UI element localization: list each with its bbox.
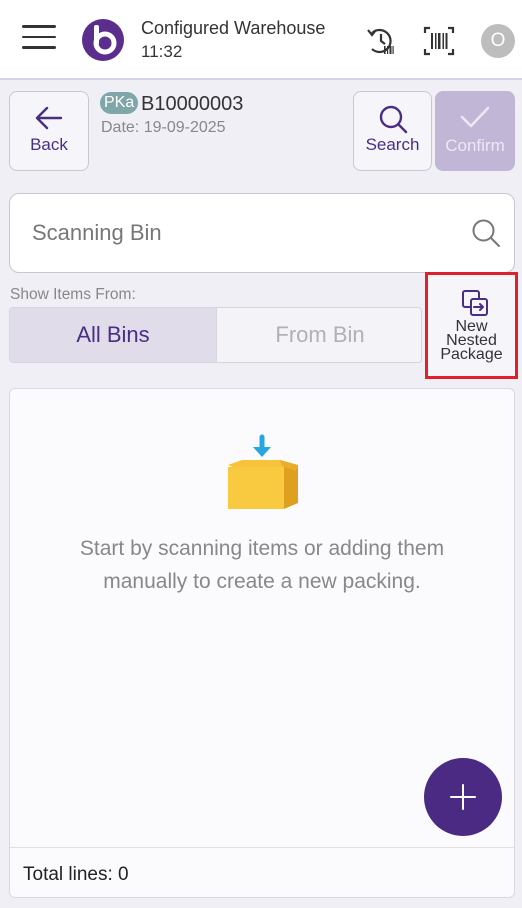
hamburger-menu-icon[interactable]	[22, 25, 56, 55]
search-icon	[379, 105, 407, 134]
nested-package-icon	[462, 290, 488, 316]
nested-label-line3: Package	[440, 346, 503, 363]
empty-message-line2: manually to create a new packing.	[103, 570, 421, 593]
add-item-button[interactable]	[424, 758, 502, 836]
document-type-badge: PKa	[100, 92, 139, 114]
filter-all-bins[interactable]: All Bins	[10, 308, 217, 362]
show-items-from-label: Show Items From:	[10, 286, 136, 303]
packing-lines-panel: Start by scanning items or adding them m…	[9, 388, 515, 898]
checkmark-icon	[460, 106, 490, 128]
scan-bin-field	[9, 193, 515, 273]
empty-message-line1: Start by scanning items or adding them	[79, 537, 445, 560]
footer-divider	[10, 847, 514, 848]
document-date: Date: 19-09-2025	[101, 119, 226, 136]
confirm-button[interactable]: Confirm	[435, 91, 515, 171]
filter-from-bin[interactable]: From Bin	[217, 308, 421, 362]
new-nested-package-button[interactable]: New Nested Package	[425, 272, 518, 379]
confirm-label: Confirm	[445, 136, 505, 155]
bin-filter-toggle: All Bins From Bin	[9, 307, 422, 363]
back-label: Back	[30, 135, 68, 154]
total-lines: Total lines: 0	[23, 864, 129, 885]
app-bar: Configured Warehouse 11:32 O	[0, 0, 522, 80]
barcode-scan-icon[interactable]	[422, 24, 456, 58]
back-button[interactable]: Back	[9, 91, 89, 171]
search-icon[interactable]	[471, 218, 501, 248]
history-barcode-icon[interactable]	[364, 24, 398, 58]
scan-bin-input[interactable]	[32, 216, 462, 250]
user-avatar[interactable]: O	[481, 24, 515, 58]
brand-logo	[82, 19, 124, 61]
warehouse-title: Configured Warehouse	[141, 18, 326, 38]
arrow-left-icon	[35, 106, 63, 130]
clock-time: 11:32	[141, 42, 183, 61]
search-button[interactable]: Search	[353, 91, 432, 171]
search-label: Search	[365, 135, 420, 154]
document-number: B10000003	[141, 93, 244, 115]
plus-icon	[450, 784, 476, 810]
empty-box-icon	[228, 434, 298, 509]
